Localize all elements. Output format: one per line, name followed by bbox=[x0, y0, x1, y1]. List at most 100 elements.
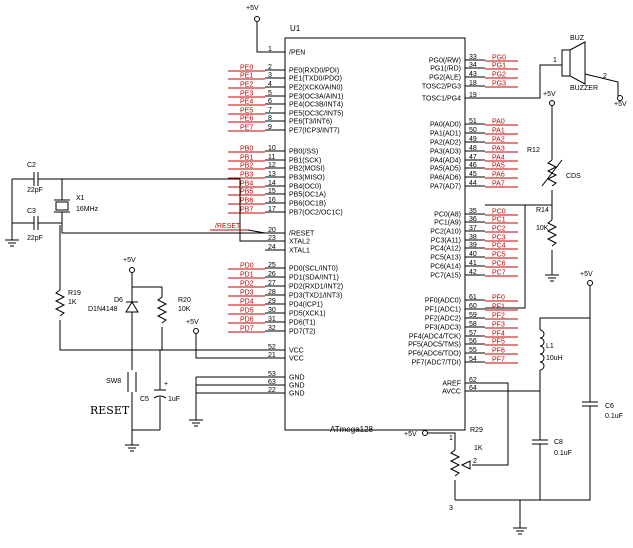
u1-pin-number: 19 bbox=[469, 92, 477, 99]
r20-ref: R20 bbox=[178, 297, 191, 304]
u1-pin-number: 4 bbox=[268, 81, 272, 88]
supply-l1: +5V bbox=[580, 271, 593, 278]
u1-pin-name: PD0(SCL/INT0) bbox=[289, 266, 338, 273]
r19-ref: R19 bbox=[68, 290, 81, 297]
u1-pin-number: 46 bbox=[469, 162, 477, 169]
u1-pin-number: 37 bbox=[469, 225, 477, 232]
c6-ref: C6 bbox=[605, 403, 614, 410]
u1-pin-number: 11 bbox=[268, 154, 275, 161]
u1-pin-name: PC2(A10) bbox=[430, 229, 461, 236]
u1-pin-number: 60 bbox=[469, 303, 477, 310]
net-label: PD6 bbox=[240, 317, 254, 324]
r29-p3: 3 bbox=[449, 505, 453, 512]
u1-right-pins: 33 PG0(/RW) PG0 34 PG1(/RD) PG1 43 PG2(ALE) PG2 1… bbox=[408, 54, 518, 396]
u1-pin-name: PD4(ICP1) bbox=[289, 302, 323, 309]
u1-pin-number: 7 bbox=[268, 107, 272, 114]
r20-val: 10K bbox=[178, 306, 191, 313]
u1-pin-name: PF6(ADC6/TDO) bbox=[408, 351, 461, 358]
u1-pin-number: 12 bbox=[268, 162, 276, 169]
net-label: PC2 bbox=[492, 226, 506, 233]
u1-pin-name: PC3(A11) bbox=[431, 238, 461, 245]
u1-pin-name: TOSC1/PG4 bbox=[422, 96, 461, 103]
u1-pin-name: PC7(A15) bbox=[430, 273, 461, 280]
net-label: PC3 bbox=[492, 235, 506, 242]
u1-pin-name: PA7(AD7) bbox=[430, 184, 461, 191]
u1-pin-name: PB5(OC1A) bbox=[289, 192, 326, 199]
net-label: PC6 bbox=[492, 261, 506, 268]
u1-pin-number: 15 bbox=[268, 188, 276, 195]
u1-pin-name: GND bbox=[289, 383, 305, 390]
supply-u1: +5V bbox=[246, 5, 259, 12]
net-label: PC0 bbox=[492, 209, 506, 216]
buz-p1: 1 bbox=[553, 57, 557, 64]
supply-vcc: +5V bbox=[186, 319, 199, 326]
buz-val: BUZZER bbox=[570, 85, 598, 92]
net-label: PA2 bbox=[492, 137, 505, 144]
u1-pin-number: 31 bbox=[268, 316, 276, 323]
net-label: PA5 bbox=[492, 163, 505, 170]
u1-pin-name: PF4(ADC4/TCK) bbox=[409, 334, 461, 341]
u1-pin-number: 39 bbox=[469, 242, 477, 249]
u1-pin-number: 30 bbox=[268, 307, 276, 314]
u1-pin-number: 24 bbox=[268, 244, 276, 251]
net-label: PE4 bbox=[240, 99, 253, 106]
u1-pin-name: PD6(T1) bbox=[289, 320, 315, 327]
u1-pin-name: PG1(/RD) bbox=[430, 66, 461, 73]
u1-pin-name: PA4(AD4) bbox=[430, 158, 461, 165]
net-label: PG2 bbox=[492, 72, 506, 79]
u1-pin-name: PC6(A14) bbox=[430, 264, 461, 271]
x1-ref: X1 bbox=[76, 195, 85, 202]
u1-pin-name: PF7(ADC7/TDI) bbox=[412, 360, 461, 367]
u1-pin-name: PB4(OC0) bbox=[289, 184, 321, 191]
u1-pin-number: 52 bbox=[268, 344, 276, 351]
net-label: PB3 bbox=[240, 172, 253, 179]
net-label: PD2 bbox=[240, 281, 254, 288]
c2-ref: C2 bbox=[27, 162, 36, 169]
u1-pin-number: 35 bbox=[469, 208, 477, 215]
r29-val: 1K bbox=[474, 445, 483, 452]
u1-pin-name: PA1(AD1) bbox=[430, 131, 461, 138]
net-label: PE2 bbox=[240, 82, 253, 89]
x1-val: 16MHz bbox=[76, 206, 99, 213]
u1-pin-number: 64 bbox=[469, 385, 477, 392]
sw8-val: RESET bbox=[90, 404, 130, 417]
u1-pin-number: 9 bbox=[268, 124, 272, 131]
net-label: PA1 bbox=[492, 128, 505, 135]
net-label: PD3 bbox=[240, 290, 254, 297]
u1-pin-number: 13 bbox=[268, 171, 276, 178]
net-label: PF2 bbox=[492, 313, 505, 320]
u1-pin-name: VCC bbox=[289, 356, 304, 363]
u1-pin-name: PE7(ICP3/INT7) bbox=[289, 128, 340, 135]
net-label: PG3 bbox=[492, 81, 506, 88]
u1-pin-number: 10 bbox=[268, 145, 276, 152]
u1-pin-name: PA6(AD6) bbox=[430, 175, 461, 182]
u1-pin-number: 5 bbox=[268, 90, 272, 97]
c3-val: 22pF bbox=[27, 235, 43, 242]
u1-pin-name: PF0(ADC0) bbox=[425, 298, 461, 305]
u1-ref: U1 bbox=[290, 24, 301, 33]
u1-pin-name: PB7(OC2/OC1C) bbox=[289, 210, 343, 217]
u1-pin-number: 33 bbox=[469, 54, 477, 61]
u1-pin-number: 14 bbox=[268, 180, 276, 187]
u1-pin-name: PE0(RXD0/PDI) bbox=[289, 68, 339, 75]
u1-pin-number: 21 bbox=[268, 352, 276, 359]
net-label: PD0 bbox=[240, 263, 254, 270]
net-label: PB4 bbox=[240, 181, 253, 188]
u1-pin-name: PC4(A12) bbox=[430, 246, 461, 253]
net-label: PE7 bbox=[240, 125, 253, 132]
reset-net: /RESET bbox=[215, 223, 241, 230]
u1-pin-number: 42 bbox=[469, 269, 477, 276]
u1-pin-number: 8 bbox=[268, 115, 272, 122]
u1-pin-name: PF1(ADC1) bbox=[425, 307, 461, 314]
u1-pin-name: XTAL2 bbox=[289, 239, 310, 246]
u1-pin-number: 16 bbox=[268, 197, 276, 204]
u1-pin-name: GND bbox=[289, 391, 305, 398]
u1-pin-name: PB1(SCK) bbox=[289, 158, 321, 165]
u1-pin-number: 23 bbox=[268, 235, 276, 242]
c6-val: 0.1uF bbox=[605, 413, 623, 420]
u1-pin-number: 34 bbox=[469, 62, 477, 69]
u1-pin-number: 36 bbox=[469, 216, 477, 223]
supply-r29: +5V bbox=[404, 431, 417, 438]
u1-left-pins: 1/PEN 2 PE0(RXD0/PDI) PE0 3 PE1(TXD0/PDO) PE1 4… bbox=[228, 46, 343, 398]
net-label: PC7 bbox=[492, 270, 506, 277]
